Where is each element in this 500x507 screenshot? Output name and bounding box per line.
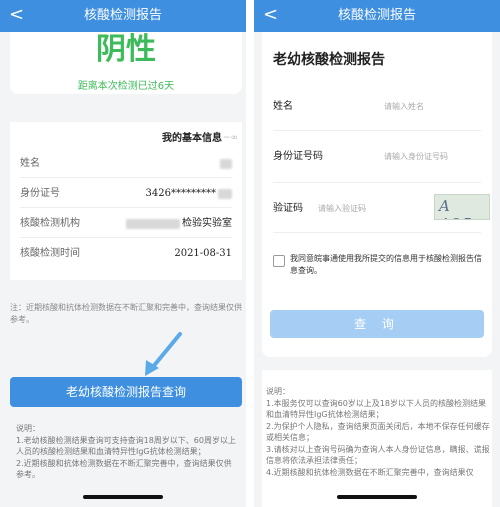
instruction-line: 1.老幼核酸检测结果查询可支持查询18周岁以下、60周岁以上人员的核酸检测结果和… [16, 435, 236, 457]
top-nav-bar: < 核酸检测报告 [254, 0, 500, 32]
field-divider [273, 182, 481, 183]
captcha-text: A 485 [439, 197, 472, 219]
instruction-line: 2.近期核酸和抗体检测数据在不断汇聚完善中，查询结果仅供参考。 [16, 458, 232, 480]
page-title: 核酸检测报告 [337, 8, 416, 23]
instruction-line: 3.请核对以上查询号码确为查询人本人身份证信息，瞒报、谎报信息将依法承担法律责任… [266, 444, 490, 466]
captcha-input[interactable] [318, 200, 428, 216]
agree-text: 我同意皖事通使用我所提交的信息用于核酸检测报告信息查询。 [290, 254, 482, 275]
id-label: 身份证号码 [273, 151, 323, 162]
captcha-label: 验证码 [273, 203, 303, 214]
home-indicator[interactable] [83, 495, 163, 499]
home-indicator[interactable] [337, 495, 417, 499]
instruction-line: 说明： [16, 424, 40, 433]
instruction-line: 2.为保护个人隐私，查询结果页面关闭后，本地不保存任何缓存或相关信息； [266, 421, 490, 443]
query-button[interactable]: 查 询 [270, 310, 484, 338]
agree-checkbox[interactable] [273, 255, 285, 267]
id-number-input[interactable] [384, 148, 484, 164]
instructions: 说明： 1.本服务仅可以查询60岁以上及18岁以下人员的核酸检测结果和血清特异性… [266, 386, 490, 478]
name-input[interactable] [384, 98, 480, 114]
query-form-card: 老幼核酸检测报告 姓名 身份证号码 验证码 A 485 我同意皖事通使用我所提交… [262, 32, 492, 357]
right-screen: < 核酸检测报告 老幼核酸检测报告 姓名 身份证号码 验证码 A 485 我同意… [254, 0, 500, 507]
instruction-line: 说明： [266, 387, 290, 396]
instructions: 说明： 1.老幼核酸检测结果查询可支持查询18周岁以下、60周岁以上人员的核酸检… [16, 423, 238, 481]
screen-divider [246, 0, 254, 507]
left-screen: < 核酸检测报告 阴性 距离本次检测已过6天 我的基本信息 ~∞ 姓名 身份证号… [0, 0, 246, 507]
field-divider [273, 130, 481, 131]
name-label: 姓名 [273, 101, 293, 112]
instruction-line: 1.本服务仅可以查询60岁以上及18岁以下人员的核酸检测结果和血清特异性IgG抗… [266, 398, 486, 420]
captcha-image[interactable]: A 485 [434, 194, 490, 220]
instruction-line: 4.近期核酸和抗体检测数据在不断汇聚完善中，查询结果仅 [266, 467, 474, 477]
elderly-child-report-query-button[interactable]: 老幼核酸检测报告查询 [10, 377, 242, 407]
form-title: 老幼核酸检测报告 [273, 52, 385, 68]
field-divider [273, 232, 481, 233]
